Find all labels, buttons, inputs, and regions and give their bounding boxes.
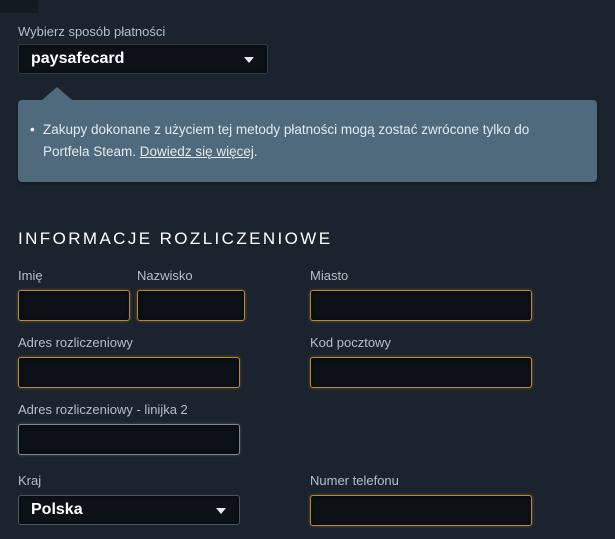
postal-code-label: Kod pocztowy — [310, 335, 391, 350]
last-name-label: Nazwisko — [137, 268, 193, 283]
first-name-label: Imię — [18, 268, 43, 283]
country-selected-value: Polska — [31, 501, 83, 518]
bullet-icon: • — [30, 122, 35, 137]
payment-method-selected-value: paysafecard — [31, 50, 125, 67]
payment-method-select[interactable]: paysafecard — [18, 44, 268, 74]
postal-code-input[interactable] — [310, 357, 532, 388]
billing-section-heading: INFORMACJE ROZLICZENIOWE — [18, 229, 333, 248]
partial-element-fragment — [0, 0, 38, 13]
learn-more-link[interactable]: Dowiedz się więcej — [140, 144, 254, 159]
refund-notice-content: • Zakupy dokonane z użyciem tej metody p… — [18, 100, 597, 163]
phone-label: Numer telefonu — [310, 473, 399, 488]
phone-input[interactable] — [310, 495, 532, 526]
city-label: Miasto — [310, 268, 349, 283]
city-input[interactable] — [310, 290, 532, 321]
refund-notice-suffix: . — [253, 144, 258, 159]
country-label: Kraj — [18, 473, 42, 488]
tooltip-pointer — [42, 87, 72, 100]
payment-billing-page: Wybierz sposób płatności paysafecard • Z… — [0, 0, 615, 539]
billing-address-input[interactable] — [18, 357, 240, 388]
first-name-input[interactable] — [18, 290, 130, 321]
refund-notice-message: Zakupy dokonane z użyciem tej metody pła… — [43, 122, 530, 159]
billing-address-line2-input[interactable] — [18, 424, 240, 455]
caret-down-icon — [244, 57, 254, 63]
caret-down-icon — [216, 508, 226, 514]
billing-address-label: Adres rozliczeniowy — [18, 335, 133, 350]
refund-notice-text: Zakupy dokonane z użyciem tej metody pła… — [43, 119, 579, 163]
payment-method-label: Wybierz sposób płatności — [18, 24, 166, 39]
billing-address-line2-label: Adres rozliczeniowy - linijka 2 — [18, 402, 188, 417]
refund-notice-box: • Zakupy dokonane z użyciem tej metody p… — [18, 87, 597, 182]
country-select[interactable]: Polska — [18, 495, 240, 525]
last-name-input[interactable] — [137, 290, 245, 321]
